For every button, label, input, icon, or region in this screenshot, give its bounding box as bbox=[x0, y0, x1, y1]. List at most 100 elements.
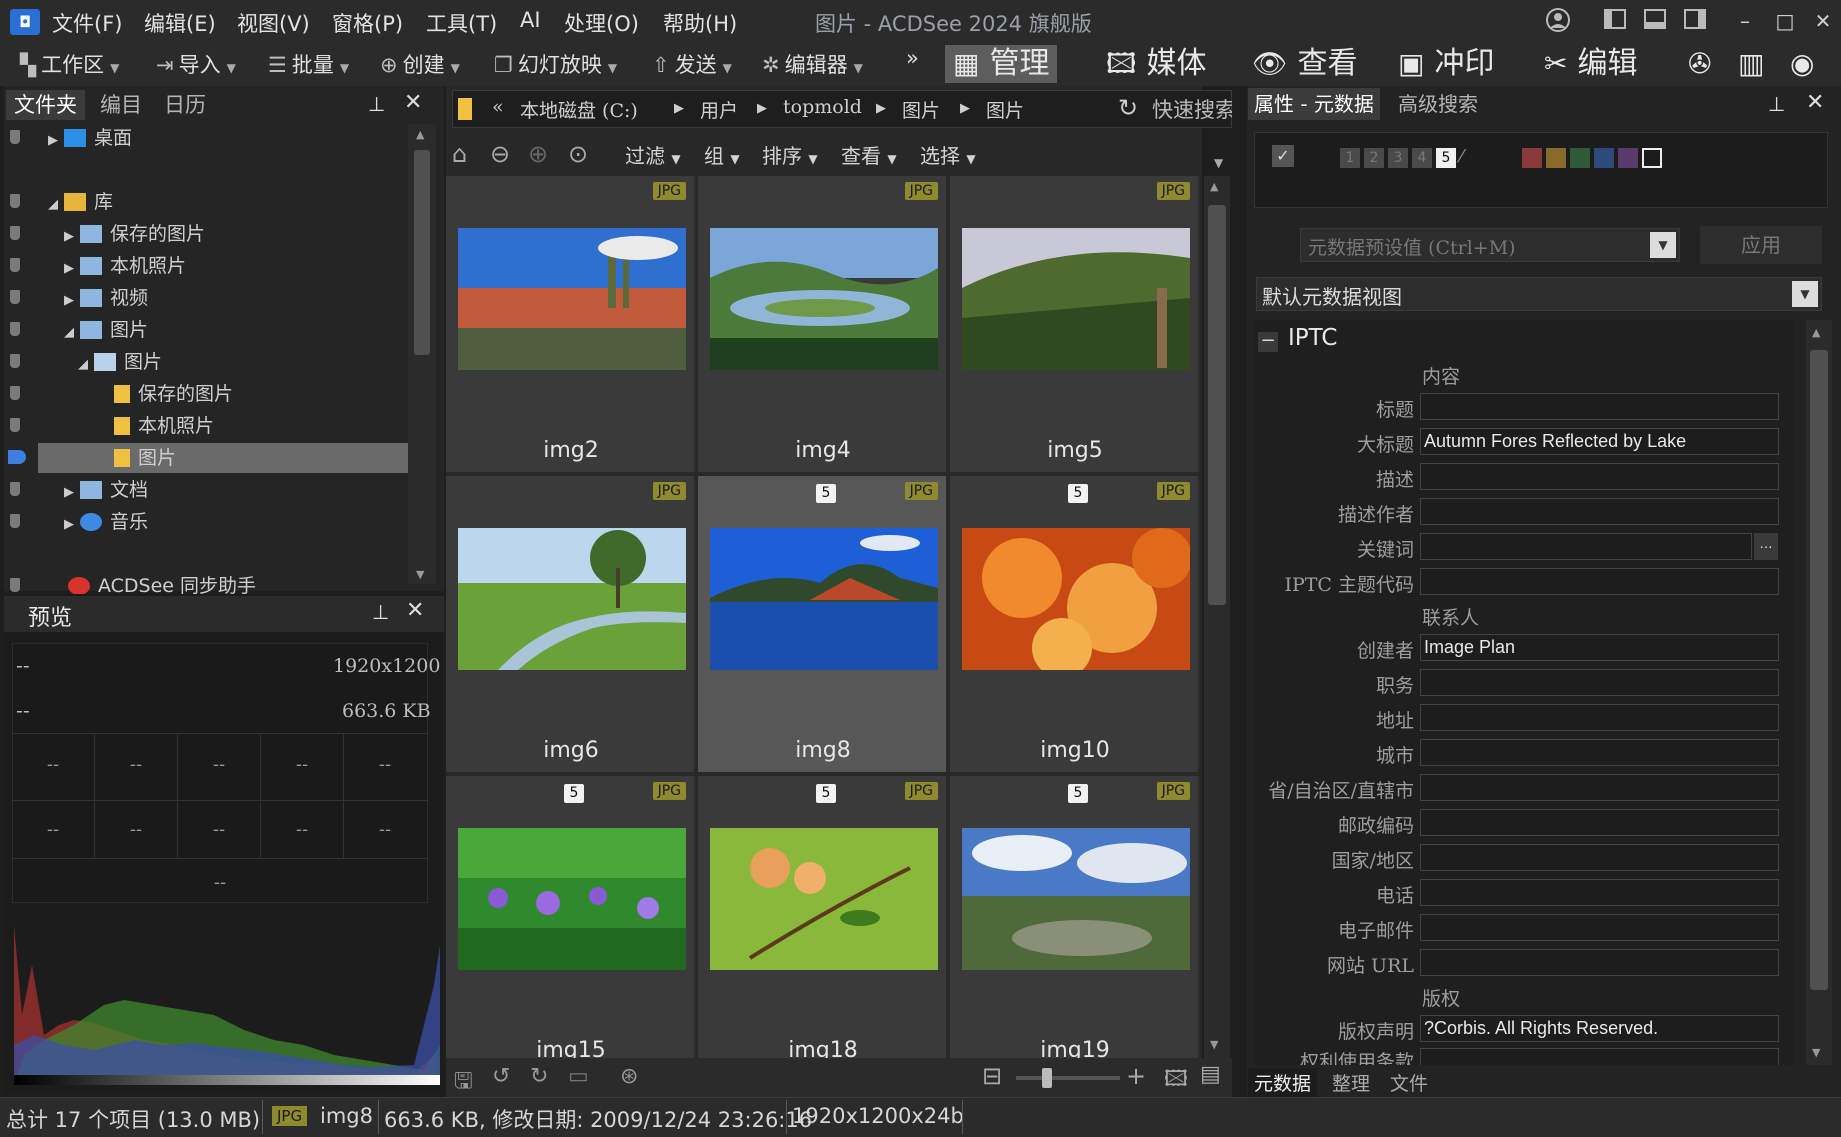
mode-media[interactable]: 🖾 媒体 bbox=[1098, 45, 1214, 83]
phone-field[interactable] bbox=[1420, 879, 1779, 906]
tab-calendar[interactable]: 日历 bbox=[156, 90, 214, 120]
zoom-out-icon[interactable]: ⊟ bbox=[982, 1062, 1002, 1090]
tag-checkbox[interactable]: ✓ bbox=[1272, 145, 1294, 167]
rights-usage-terms-field[interactable] bbox=[1420, 1048, 1779, 1065]
tree-item-saved-pictures[interactable]: ▶ 保存的图片 bbox=[64, 220, 464, 248]
panel-close-icon[interactable]: ✕ bbox=[404, 90, 422, 115]
rating-button-3[interactable]: 3 bbox=[1388, 148, 1408, 168]
chevron-down-icon[interactable]: ▼ bbox=[1792, 281, 1818, 307]
thumbnail-item[interactable]: JPG img6 bbox=[446, 476, 696, 774]
thumbnail-item[interactable]: 5 JPG img15 bbox=[446, 776, 696, 1058]
color-label-purple[interactable] bbox=[1618, 148, 1638, 168]
tree-item-library[interactable]: ◢ 库 bbox=[48, 188, 448, 216]
quick-search-input[interactable]: 快速搜索 bbox=[1152, 94, 1232, 124]
apply-button[interactable]: 应用 bbox=[1700, 226, 1822, 264]
copyright-notice-field[interactable]: ?Corbis. All Rights Reserved. bbox=[1420, 1015, 1779, 1042]
zoom-slider-handle[interactable] bbox=[1042, 1068, 1052, 1088]
zoom-in-icon[interactable]: + bbox=[1126, 1062, 1146, 1090]
send-button[interactable]: ⇧ 发送 ▼ bbox=[652, 49, 732, 79]
expand-icon[interactable]: ▶ bbox=[64, 293, 74, 308]
expand-icon[interactable]: ▶ bbox=[64, 229, 74, 244]
creator-field[interactable]: Image Plan bbox=[1420, 634, 1779, 661]
address-field[interactable] bbox=[1420, 704, 1779, 731]
tab-file[interactable]: 文件 bbox=[1384, 1068, 1434, 1100]
editor-button[interactable]: ✲ 编辑器 ▼ bbox=[762, 49, 863, 79]
thumbnail-item[interactable]: JPG img2 bbox=[446, 176, 696, 474]
chevron-right-icon[interactable]: ▶ bbox=[960, 101, 970, 116]
color-label-green[interactable] bbox=[1570, 148, 1590, 168]
iptc-subject-code-field[interactable] bbox=[1420, 568, 1779, 595]
thumbnail-item-selected[interactable]: 5 JPG img8 bbox=[698, 476, 948, 774]
layout-right-icon[interactable] bbox=[1680, 7, 1710, 35]
breadcrumb-back[interactable]: « bbox=[492, 96, 504, 118]
expand-icon[interactable]: ▶ bbox=[48, 133, 58, 148]
breadcrumb-item[interactable]: topmold bbox=[783, 96, 862, 118]
color-label-blue[interactable] bbox=[1594, 148, 1614, 168]
mode-view[interactable]: 👁 查看 bbox=[1244, 45, 1366, 83]
title-field[interactable] bbox=[1420, 393, 1779, 420]
slideshow-button[interactable]: ❐ 幻灯放映 ▼ bbox=[494, 49, 617, 79]
scroll-down-icon[interactable]: ▼ bbox=[416, 568, 424, 581]
create-button[interactable]: ⊕ 创建 ▼ bbox=[380, 49, 460, 79]
rating-button-2[interactable]: 2 bbox=[1364, 148, 1384, 168]
scroll-up-icon[interactable]: ▲ bbox=[1210, 180, 1218, 193]
headline-field[interactable]: Autumn Fores Reflected by Lake bbox=[1420, 428, 1779, 455]
account-icon[interactable] bbox=[1543, 7, 1573, 35]
collapse-icon[interactable]: ◢ bbox=[64, 325, 74, 340]
thumbnail-item[interactable]: 5 JPG img18 bbox=[698, 776, 948, 1058]
menu-process[interactable]: 处理(O) bbox=[564, 8, 639, 38]
mode-manage[interactable]: ▦ 管理 bbox=[945, 45, 1058, 83]
scroll-up-icon[interactable]: ▲ bbox=[416, 128, 424, 141]
zoom-slider[interactable] bbox=[1016, 1076, 1120, 1080]
sort-menu[interactable]: 排序 ▼ bbox=[762, 140, 818, 169]
close-icon[interactable]: ✕ bbox=[1808, 7, 1838, 35]
thumbnail-item[interactable]: 5 JPG img19 bbox=[950, 776, 1200, 1058]
rating-button-1[interactable]: 1 bbox=[1340, 148, 1360, 168]
tree-item-desktop[interactable]: ▶ 桌面 bbox=[48, 124, 448, 152]
group-menu[interactable]: 组 ▼ bbox=[704, 140, 740, 169]
city-field[interactable] bbox=[1420, 739, 1779, 766]
collapse-icon[interactable]: − bbox=[1258, 332, 1278, 352]
rotate-left-icon[interactable]: ↺ bbox=[492, 1064, 510, 1089]
menu-ai[interactable]: AI bbox=[520, 8, 541, 32]
tab-advanced-search[interactable]: 高级搜索 bbox=[1392, 88, 1484, 120]
color-label-yellow[interactable] bbox=[1546, 148, 1566, 168]
tree-item-videos[interactable]: ▶ 视频 bbox=[64, 284, 464, 312]
dashboard-icon[interactable]: ▥ bbox=[1730, 45, 1772, 83]
people-icon[interactable]: ✇ bbox=[1680, 45, 1719, 83]
color-label-none[interactable] bbox=[1642, 148, 1662, 168]
maximize-icon[interactable]: □ bbox=[1770, 7, 1800, 35]
expand-icon[interactable]: ▶ bbox=[64, 517, 74, 532]
home-icon[interactable]: ⌂ bbox=[452, 140, 467, 168]
email-field[interactable] bbox=[1420, 914, 1779, 941]
state-field[interactable] bbox=[1420, 774, 1779, 801]
chevron-right-icon[interactable]: ▶ bbox=[876, 101, 886, 116]
color-label-red[interactable] bbox=[1522, 148, 1542, 168]
pin-icon[interactable]: ⊥ bbox=[1768, 92, 1785, 116]
layout-bottom-icon[interactable] bbox=[1640, 7, 1670, 35]
metadata-scrollbar-thumb[interactable] bbox=[1810, 350, 1828, 990]
scroll-down-icon[interactable]: ▼ bbox=[1210, 1038, 1218, 1051]
pin-icon[interactable]: ⊥ bbox=[368, 92, 385, 116]
slideshow-icon[interactable]: ⊛ bbox=[620, 1064, 638, 1089]
pin-icon[interactable]: ⊥ bbox=[372, 600, 389, 624]
menu-pane[interactable]: 窗格(P) bbox=[332, 8, 403, 38]
collapse-icon[interactable]: ◢ bbox=[48, 197, 58, 212]
chevron-down-icon[interactable]: ▼ bbox=[1650, 232, 1676, 258]
batch-button[interactable]: ☰ 批量 ▼ bbox=[268, 49, 349, 79]
breadcrumb-item[interactable]: 图片 bbox=[986, 96, 1024, 123]
tab-properties-metadata[interactable]: 属性 - 元数据 bbox=[1248, 88, 1380, 120]
keywords-browse-button[interactable]: … bbox=[1754, 533, 1778, 560]
scroll-down-icon[interactable]: ▼ bbox=[1812, 1046, 1820, 1059]
refresh-icon[interactable]: ↻ bbox=[1118, 94, 1138, 122]
description-writer-field[interactable] bbox=[1420, 498, 1779, 525]
view-menu[interactable]: 查看 ▼ bbox=[841, 140, 897, 169]
tab-organize[interactable]: 整理 bbox=[1326, 1068, 1376, 1100]
panel-close-icon[interactable]: ✕ bbox=[406, 598, 424, 623]
menu-edit[interactable]: 编辑(E) bbox=[144, 8, 216, 38]
tab-catalog[interactable]: 编目 bbox=[92, 90, 150, 120]
thumbnail-scrollbar-thumb[interactable] bbox=[1208, 205, 1226, 605]
scroll-up-icon[interactable]: ▲ bbox=[1812, 326, 1820, 339]
layout-left-icon[interactable] bbox=[1600, 7, 1630, 35]
mode-develop[interactable]: ▣ 冲印 bbox=[1390, 45, 1502, 83]
